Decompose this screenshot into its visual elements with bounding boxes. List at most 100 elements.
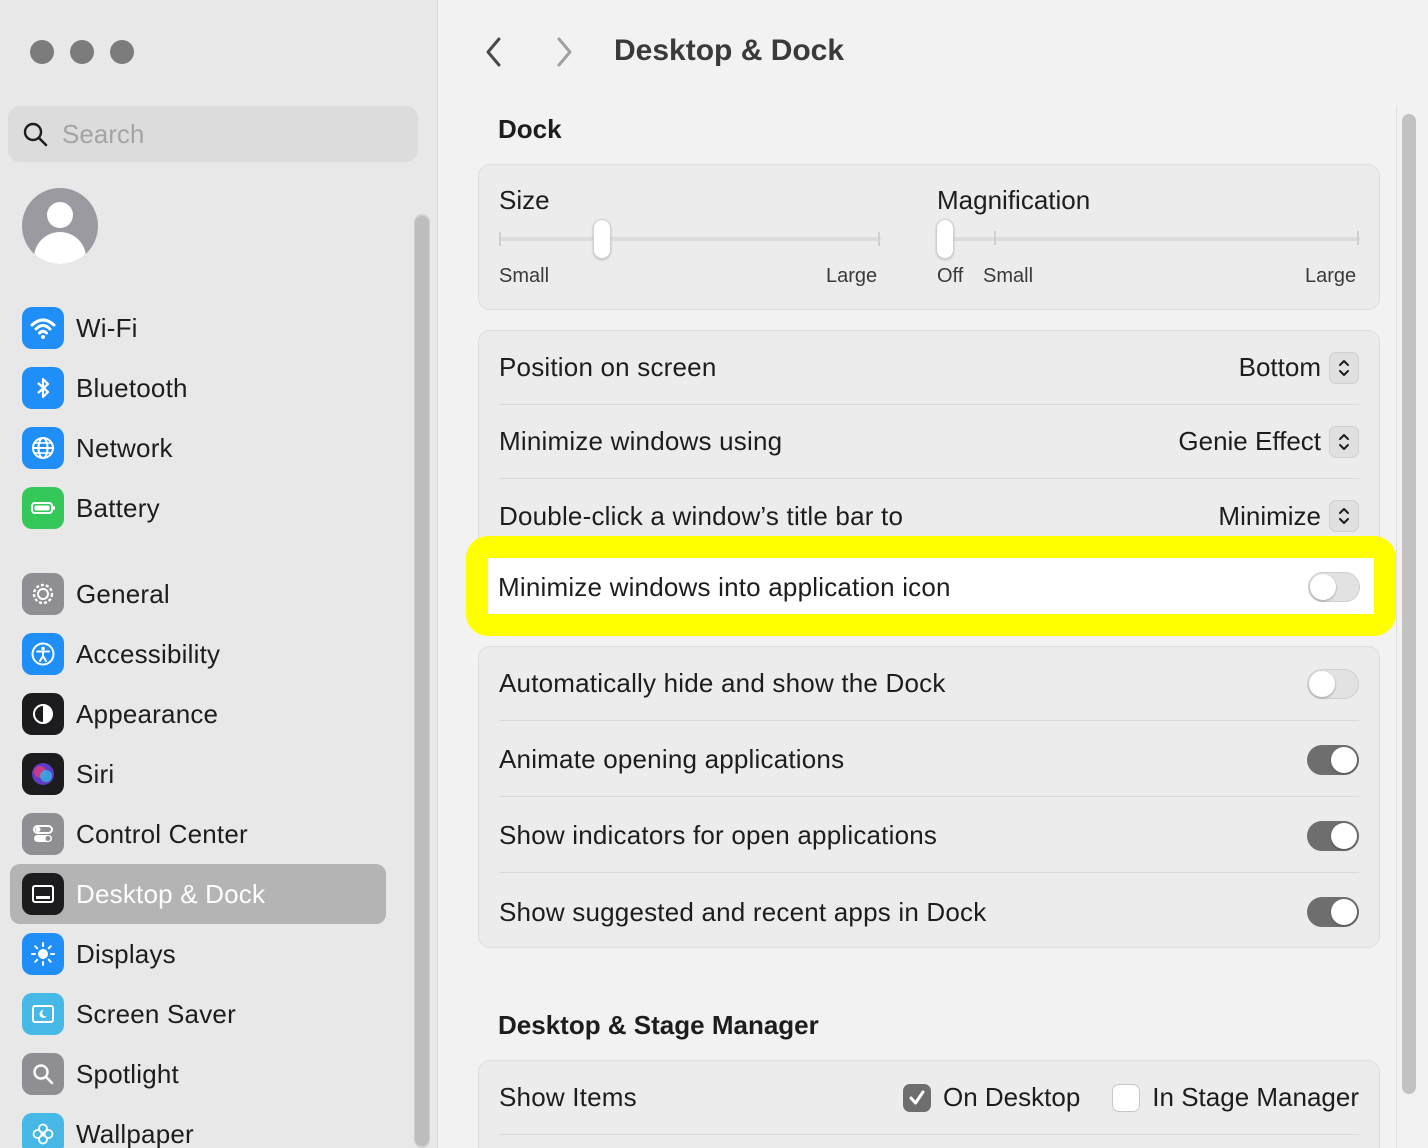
chevron-right-icon — [557, 37, 572, 67]
minimize-into-icon-row: Minimize windows into application icon — [498, 560, 1360, 614]
stage-manager-checkbox[interactable] — [1112, 1083, 1141, 1112]
sidebar-item-label: Wallpaper — [76, 1118, 194, 1148]
back-button[interactable] — [476, 34, 512, 70]
sidebar-item-spotlight[interactable]: Spotlight — [10, 1044, 386, 1104]
on-desktop-label: On Desktop — [943, 1082, 1081, 1112]
sidebar-item-label: Spotlight — [76, 1058, 179, 1089]
siri-icon — [22, 753, 64, 795]
animate-toggle[interactable] — [1307, 744, 1359, 775]
indicators-row: Show indicators for open applications — [499, 799, 1359, 873]
dock-size-group: Size Small Large Magnification Off Small… — [478, 164, 1380, 310]
dock-options-group: Position on screen Bottom Minimize windo… — [478, 330, 1380, 556]
sidebar-item-desktop-dock[interactable]: Desktop & Dock — [10, 864, 386, 924]
magnification-slider-track[interactable] — [937, 237, 1360, 241]
minimize-using-row: Minimize windows using Genie Effect — [499, 405, 1359, 479]
sidebar-item-label: Control Center — [76, 818, 248, 849]
magnification-tick-max — [1357, 231, 1359, 245]
bluetooth-icon — [22, 367, 64, 409]
sidebar-item-label: Siri — [76, 758, 115, 789]
search-field[interactable] — [8, 106, 418, 162]
double-click-value: Minimize — [1218, 500, 1321, 531]
magnification-slider-thumb[interactable] — [936, 219, 954, 259]
sidebar-item-label: Desktop & Dock — [76, 878, 266, 909]
stage-manager-label: In Stage Manager — [1152, 1082, 1359, 1112]
sidebar-item-control-center[interactable]: Control Center — [10, 804, 386, 864]
animate-row: Animate opening applications — [499, 723, 1359, 797]
indicators-toggle[interactable] — [1307, 820, 1359, 851]
window-controls — [30, 40, 134, 64]
main-scroll-thumb[interactable] — [1402, 114, 1416, 1094]
auto-hide-toggle[interactable] — [1307, 668, 1359, 699]
chevron-updown-icon — [1329, 351, 1359, 384]
position-popup[interactable]: Bottom — [1239, 351, 1359, 384]
zoom-window-button[interactable] — [110, 40, 134, 64]
sidebar-item-label: Network — [76, 432, 173, 463]
suggested-apps-label: Show suggested and recent apps in Dock — [499, 896, 987, 927]
position-label: Position on screen — [499, 352, 717, 382]
sidebar-item-label: Accessibility — [76, 638, 221, 669]
avatar[interactable] — [22, 188, 98, 264]
sidebar-item-label: Screen Saver — [76, 998, 236, 1029]
main-scrollbar[interactable] — [1396, 106, 1420, 1148]
double-click-popup[interactable]: Minimize — [1218, 500, 1359, 532]
on-desktop-checkbox[interactable] — [903, 1083, 931, 1112]
chevron-updown-icon — [1329, 500, 1359, 532]
sidebar-scrollbar[interactable] — [414, 214, 430, 1148]
stage-manager-group: Show Items On Desktop In Stage Manager — [478, 1060, 1380, 1148]
magnification-max-label: Large — [1305, 265, 1357, 287]
sidebar-item-screen-saver[interactable]: Screen Saver — [10, 984, 386, 1044]
sidebar-scroll-thumb[interactable] — [415, 216, 429, 1146]
appearance-icon — [22, 693, 64, 735]
sidebar-item-bluetooth[interactable]: Bluetooth — [10, 358, 386, 418]
sidebar-item-appearance[interactable]: Appearance — [10, 684, 386, 744]
show-items-row: Show Items On Desktop In Stage Manager — [499, 1061, 1359, 1135]
size-tick-min — [499, 232, 501, 246]
control-center-icon — [22, 813, 64, 855]
suggested-apps-row: Show suggested and recent apps in Dock — [499, 875, 1359, 949]
minimize-using-label: Minimize windows using — [499, 426, 783, 456]
sidebar-item-siri[interactable]: Siri — [10, 744, 386, 804]
dock-toggles-group: Automatically hide and show the Dock Ani… — [478, 646, 1380, 948]
size-slider-track[interactable] — [499, 237, 881, 241]
magnification-label: Magnification — [937, 185, 1091, 215]
sidebar-group-system: General Accessibility Appearance Siri Co… — [10, 564, 386, 1148]
auto-hide-label: Automatically hide and show the Dock — [499, 668, 946, 698]
sidebar-item-battery[interactable]: Battery — [10, 478, 386, 538]
screen-saver-icon — [22, 993, 64, 1035]
close-window-button[interactable] — [30, 40, 54, 64]
gear-icon — [22, 573, 64, 615]
battery-icon — [22, 487, 64, 529]
sidebar-item-wifi[interactable]: Wi-Fi — [10, 298, 386, 358]
size-label: Size — [499, 185, 550, 215]
sidebar-group-connectivity: Wi-Fi Bluetooth Network Battery — [10, 298, 386, 538]
globe-icon — [22, 427, 64, 469]
sidebar-item-wallpaper[interactable]: Wallpaper — [10, 1104, 386, 1148]
accessibility-icon — [22, 633, 64, 675]
sidebar-item-general[interactable]: General — [10, 564, 386, 624]
indicators-label: Show indicators for open applications — [499, 820, 938, 850]
sidebar-item-label: Appearance — [76, 698, 219, 729]
search-icon — [23, 122, 48, 147]
minimize-into-icon-toggle[interactable] — [1308, 572, 1360, 602]
chevron-left-icon — [486, 37, 501, 67]
minimize-using-popup[interactable]: Genie Effect — [1178, 425, 1359, 458]
sidebar-item-label: Bluetooth — [76, 372, 188, 403]
sidebar-item-accessibility[interactable]: Accessibility — [10, 624, 386, 684]
flower-icon — [22, 1113, 64, 1148]
magnification-off-label: Off — [937, 265, 964, 287]
show-items-label: Show Items — [499, 1082, 637, 1112]
animate-label: Animate opening applications — [499, 744, 845, 774]
section-title-stage-manager: Desktop & Stage Manager — [498, 1010, 819, 1040]
main-pane: Desktop & Dock Dock Size Small Large Mag… — [438, 0, 1428, 1148]
magnification-min-label: Small — [983, 265, 1034, 287]
sidebar-item-network[interactable]: Network — [10, 418, 386, 478]
sidebar-item-displays[interactable]: Displays — [10, 924, 386, 984]
size-slider-thumb[interactable] — [593, 219, 612, 259]
auto-hide-row: Automatically hide and show the Dock — [499, 647, 1359, 721]
minimize-window-button[interactable] — [70, 40, 94, 64]
sidebar-item-label: Displays — [76, 938, 176, 969]
page-title: Desktop & Dock — [614, 34, 845, 67]
suggested-apps-toggle[interactable] — [1307, 897, 1359, 927]
search-input[interactable] — [62, 118, 382, 150]
forward-button[interactable] — [546, 34, 582, 70]
